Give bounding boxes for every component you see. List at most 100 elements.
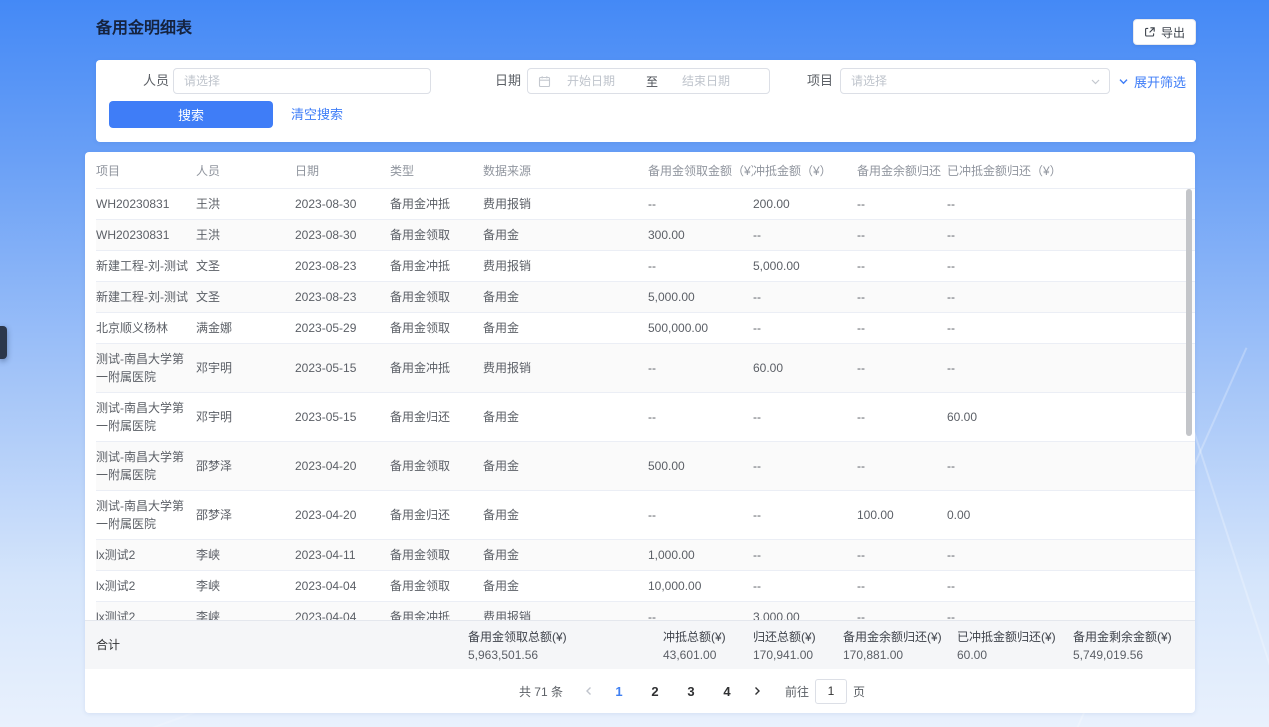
calendar-icon bbox=[538, 75, 551, 88]
cell-date: 2023-04-20 bbox=[295, 491, 390, 540]
cell-source: 备用金 bbox=[483, 220, 648, 251]
cell-project: WH20230831 bbox=[96, 189, 196, 220]
cell-balance_return: -- bbox=[857, 571, 947, 602]
cell-date: 2023-08-23 bbox=[295, 251, 390, 282]
cell-source: 费用报销 bbox=[483, 251, 648, 282]
summary-item-value: 5,749,019.56 bbox=[1073, 648, 1172, 662]
cell-date: 2023-04-20 bbox=[295, 442, 390, 491]
page-number-button[interactable]: 2 bbox=[640, 679, 670, 703]
table-scroll-area: 项目人员日期类型数据来源备用金领取金额（¥）冲抵金额（¥）备用金余额归还（¥）已… bbox=[85, 152, 1195, 620]
end-date-input[interactable] bbox=[658, 73, 761, 89]
search-button[interactable]: 搜索 bbox=[109, 101, 273, 128]
cell-received: 5,000.00 bbox=[648, 282, 753, 313]
prev-page-button[interactable] bbox=[577, 679, 601, 703]
summary-item-label: 备用金余额归还(¥) bbox=[843, 628, 942, 645]
table-row: 测试-南昌大学第一附属医院邓宇明2023-05-15备用金归还备用金------… bbox=[96, 393, 1195, 442]
cell-project: 北京顺义杨林 bbox=[96, 313, 196, 344]
summary-item-value: 5,963,501.56 bbox=[468, 648, 567, 662]
cell-offset: 3,000.00 bbox=[753, 602, 857, 621]
page-number-button[interactable]: 3 bbox=[676, 679, 706, 703]
project-filter-select[interactable] bbox=[840, 68, 1110, 94]
summary-item-label: 备用金领取总额(¥) bbox=[468, 628, 567, 645]
cell-balance_return: 100.00 bbox=[857, 491, 947, 540]
cell-project: 测试-南昌大学第一附属医院 bbox=[96, 491, 196, 540]
cell-received: -- bbox=[648, 393, 753, 442]
goto-page-input[interactable] bbox=[815, 679, 847, 704]
cell-person: 满金娜 bbox=[196, 313, 295, 344]
start-date-input[interactable] bbox=[559, 73, 646, 89]
cell-project: lx测试2 bbox=[96, 602, 196, 621]
person-filter-label: 人员 bbox=[143, 68, 169, 94]
cell-balance_return: -- bbox=[857, 393, 947, 442]
cell-project: lx测试2 bbox=[96, 571, 196, 602]
table-row: WH20230831王洪2023-08-30备用金领取备用金300.00----… bbox=[96, 220, 1195, 251]
summary-row: 合计 备用金领取总额(¥)5,963,501.56冲抵总额(¥)43,601.0… bbox=[85, 620, 1195, 669]
cell-received: 500,000.00 bbox=[648, 313, 753, 344]
cell-project: 新建工程-刘-测试 bbox=[96, 282, 196, 313]
cell-offset: 200.00 bbox=[753, 189, 857, 220]
total-count: 共 71 条 bbox=[519, 683, 563, 700]
cell-balance_return: -- bbox=[857, 220, 947, 251]
summary-item-value: 170,881.00 bbox=[843, 648, 942, 662]
cell-offset: -- bbox=[753, 282, 857, 313]
cell-date: 2023-08-23 bbox=[295, 282, 390, 313]
cell-project: 测试-南昌大学第一附属医院 bbox=[96, 393, 196, 442]
table-row: WH20230831王洪2023-08-30备用金冲抵费用报销--200.00-… bbox=[96, 189, 1195, 220]
cell-offset: -- bbox=[753, 393, 857, 442]
cell-received: -- bbox=[648, 602, 753, 621]
cell-source: 备用金 bbox=[483, 393, 648, 442]
cell-type: 备用金冲抵 bbox=[390, 602, 483, 621]
date-filter-label: 日期 bbox=[495, 68, 521, 94]
next-page-button[interactable] bbox=[745, 679, 769, 703]
cell-offset: -- bbox=[753, 442, 857, 491]
cell-source: 费用报销 bbox=[483, 602, 648, 621]
cell-received: -- bbox=[648, 251, 753, 282]
summary-item: 备用金余额归还(¥) 170,881.00 bbox=[843, 628, 942, 662]
cell-date: 2023-04-04 bbox=[295, 571, 390, 602]
person-filter-input[interactable] bbox=[173, 68, 431, 94]
cell-balance_return: -- bbox=[857, 282, 947, 313]
cell-project: WH20230831 bbox=[96, 220, 196, 251]
table-row: lx测试2李峡2023-04-04备用金冲抵费用报销--3,000.00---- bbox=[96, 602, 1195, 621]
project-select-input[interactable] bbox=[840, 68, 1110, 94]
page-title: 备用金明细表 bbox=[96, 17, 192, 41]
column-header: 冲抵金额（¥） bbox=[753, 152, 857, 189]
summary-item: 已冲抵金额归还(¥)60.00 bbox=[957, 628, 1056, 662]
chevron-down-icon bbox=[1118, 76, 1129, 87]
cell-date: 2023-05-29 bbox=[295, 313, 390, 344]
clear-search-link[interactable]: 清空搜索 bbox=[291, 101, 343, 128]
table-scrollbar-thumb[interactable] bbox=[1186, 189, 1192, 436]
project-filter-label: 项目 bbox=[807, 68, 833, 94]
page-number-button[interactable]: 4 bbox=[712, 679, 742, 703]
cell-type: 备用金领取 bbox=[390, 442, 483, 491]
table-row: lx测试2李峡2023-04-11备用金领取备用金1,000.00------ bbox=[96, 540, 1195, 571]
cell-offset_return: 0.00 bbox=[947, 491, 1195, 540]
cell-project: lx测试2 bbox=[96, 540, 196, 571]
export-button[interactable]: 导出 bbox=[1133, 19, 1196, 45]
cell-type: 备用金冲抵 bbox=[390, 344, 483, 393]
page-list: 1234 bbox=[601, 679, 745, 703]
cell-balance_return: -- bbox=[857, 344, 947, 393]
sidebar-collapse-handle[interactable] bbox=[0, 326, 7, 359]
cell-offset_return: -- bbox=[947, 282, 1195, 313]
cell-offset: -- bbox=[753, 571, 857, 602]
cell-balance_return: -- bbox=[857, 540, 947, 571]
cell-received: -- bbox=[648, 189, 753, 220]
date-range-separator: 至 bbox=[646, 73, 658, 90]
cell-received: 500.00 bbox=[648, 442, 753, 491]
cell-date: 2023-08-30 bbox=[295, 189, 390, 220]
column-header: 数据来源 bbox=[483, 152, 648, 189]
column-header: 已冲抵金额归还（¥） bbox=[947, 152, 1195, 189]
cell-type: 备用金领取 bbox=[390, 220, 483, 251]
cell-offset_return: -- bbox=[947, 540, 1195, 571]
cell-source: 备用金 bbox=[483, 491, 648, 540]
table-row: 新建工程-刘-测试文圣2023-08-23备用金领取备用金5,000.00---… bbox=[96, 282, 1195, 313]
expand-filters-link[interactable]: 展开筛选 bbox=[1118, 68, 1186, 94]
cell-balance_return: -- bbox=[857, 442, 947, 491]
goto-page-suffix: 页 bbox=[853, 683, 865, 700]
cell-type: 备用金归还 bbox=[390, 393, 483, 442]
cell-source: 备用金 bbox=[483, 282, 648, 313]
page-number-button[interactable]: 1 bbox=[604, 679, 634, 703]
cell-project: 测试-南昌大学第一附属医院 bbox=[96, 344, 196, 393]
date-range-picker[interactable]: 至 bbox=[527, 68, 770, 94]
